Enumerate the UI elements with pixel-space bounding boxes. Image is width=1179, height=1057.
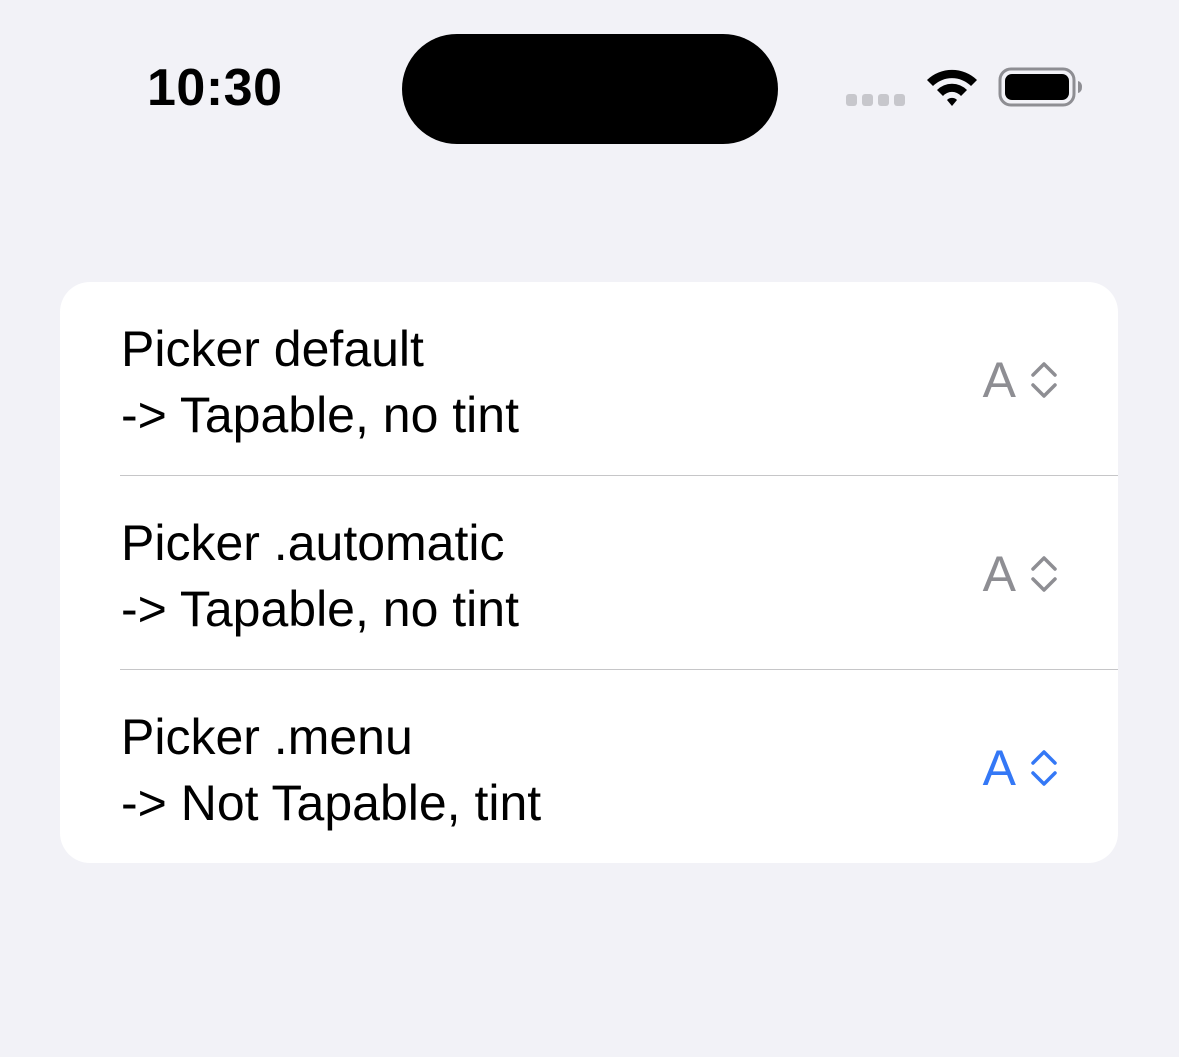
list-row-picker-default[interactable]: Picker default -> Tapable, no tint A xyxy=(60,282,1118,476)
chevron-up-down-icon xyxy=(1031,556,1057,592)
cellular-signal-icon xyxy=(846,94,906,108)
row-title: Picker .automatic xyxy=(121,515,505,571)
battery-icon xyxy=(998,67,1082,107)
picker-list: Picker default -> Tapable, no tint A Pic… xyxy=(60,282,1118,863)
row-title: Picker default xyxy=(121,321,424,377)
list-row-picker-menu: Picker .menu -> Not Tapable, tint A xyxy=(60,670,1118,863)
row-subtitle: -> Not Tapable, tint xyxy=(121,775,542,831)
row-subtitle: -> Tapable, no tint xyxy=(121,581,519,637)
picker-menu[interactable]: A xyxy=(983,740,1058,796)
dynamic-island xyxy=(402,34,778,144)
row-subtitle: -> Tapable, no tint xyxy=(121,387,519,443)
list-row-picker-automatic[interactable]: Picker .automatic -> Tapable, no tint A xyxy=(60,476,1118,670)
picker-value: A xyxy=(982,740,1016,796)
status-bar: 10:30 xyxy=(0,0,1179,180)
wifi-icon xyxy=(927,69,977,106)
status-time: 10:30 xyxy=(147,59,283,117)
picker-value: A xyxy=(982,352,1016,408)
row-title: Picker .menu xyxy=(121,709,413,765)
picker-default[interactable]: A xyxy=(983,352,1058,408)
chevron-up-down-icon xyxy=(1031,362,1057,398)
picker-automatic[interactable]: A xyxy=(983,546,1058,602)
chevron-up-down-icon xyxy=(1031,750,1057,786)
picker-value: A xyxy=(982,546,1016,602)
